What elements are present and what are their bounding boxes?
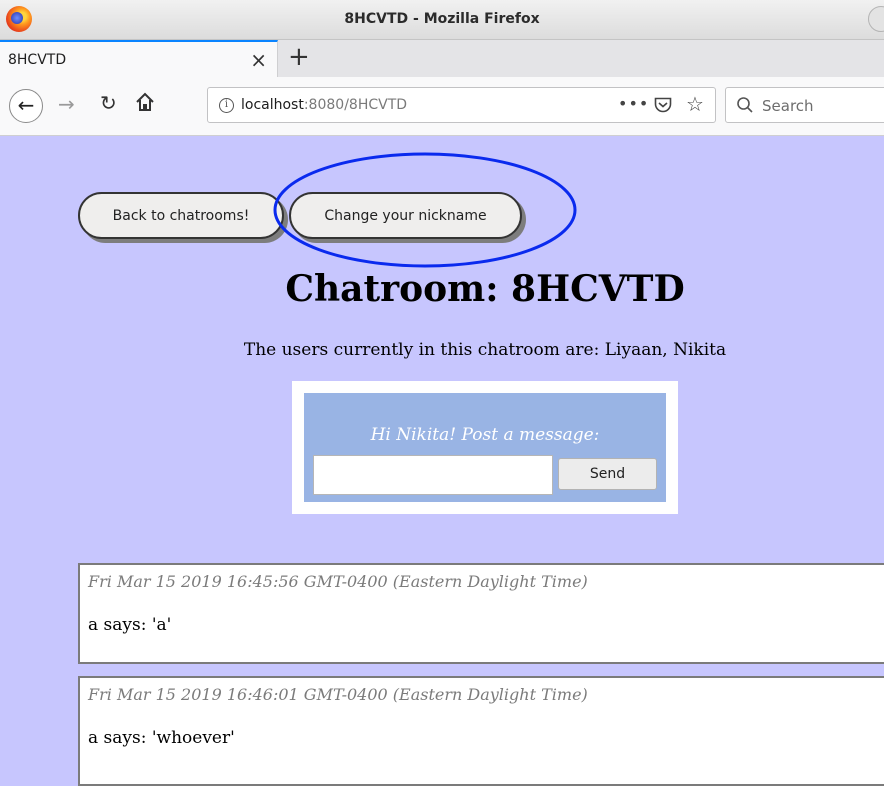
tab-strip: 8HCVTD × +: [0, 40, 884, 77]
bookmark-star-icon[interactable]: ☆: [686, 92, 704, 116]
tab-title: 8HCVTD: [8, 52, 67, 68]
message-item: Fri Mar 15 2019 16:45:56 GMT-0400 (Easte…: [78, 563, 884, 664]
page-title: Chatroom: 8HCVTD: [285, 268, 685, 310]
url-path: :8080/8HCVTD: [303, 97, 408, 113]
new-tab-plus-icon[interactable]: +: [288, 42, 310, 72]
back-to-chatrooms-button[interactable]: Back to chatrooms!: [78, 192, 284, 239]
reload-icon[interactable]: ↻: [100, 91, 117, 115]
search-bar[interactable]: [725, 87, 884, 123]
post-prompt: Hi Nikita! Post a message:: [370, 425, 600, 445]
url-bar[interactable]: i localhost:8080/8HCVTD ••• ☆: [207, 87, 716, 123]
tab-8hcvtd[interactable]: 8HCVTD ×: [0, 40, 278, 77]
pocket-icon[interactable]: [654, 97, 672, 113]
window-title: 8HCVTD - Mozilla Firefox: [344, 11, 540, 27]
change-nickname-button[interactable]: Change your nickname: [289, 192, 522, 239]
close-tab-icon[interactable]: ×: [250, 48, 267, 72]
window-control-button[interactable]: [868, 6, 884, 32]
page-actions-more-icon[interactable]: •••: [618, 94, 649, 113]
search-icon: [737, 97, 753, 113]
message-text: a says: 'a': [88, 615, 172, 635]
message-input[interactable]: [313, 455, 553, 495]
message-text: a says: 'whoever': [88, 728, 235, 748]
forward-arrow-icon[interactable]: →: [58, 92, 75, 116]
site-info-icon[interactable]: i: [219, 98, 234, 113]
home-icon[interactable]: [134, 91, 156, 113]
message-timestamp: Fri Mar 15 2019 16:46:01 GMT-0400 (Easte…: [88, 685, 588, 704]
users-list-text: The users currently in this chatroom are…: [243, 340, 727, 360]
search-input[interactable]: [760, 95, 880, 117]
message-item: Fri Mar 15 2019 16:46:01 GMT-0400 (Easte…: [78, 676, 884, 786]
url-text[interactable]: localhost:8080/8HCVTD: [241, 97, 407, 113]
message-timestamp: Fri Mar 15 2019 16:45:56 GMT-0400 (Easte…: [88, 572, 588, 591]
window-title-bar: 8HCVTD - Mozilla Firefox: [0, 0, 884, 40]
url-host: localhost: [241, 97, 304, 113]
back-arrow-icon[interactable]: ←: [9, 89, 43, 123]
send-button[interactable]: Send: [558, 458, 657, 490]
navigation-toolbar: ← → ↻ i localhost:8080/8HCVTD ••• ☆: [0, 77, 884, 136]
